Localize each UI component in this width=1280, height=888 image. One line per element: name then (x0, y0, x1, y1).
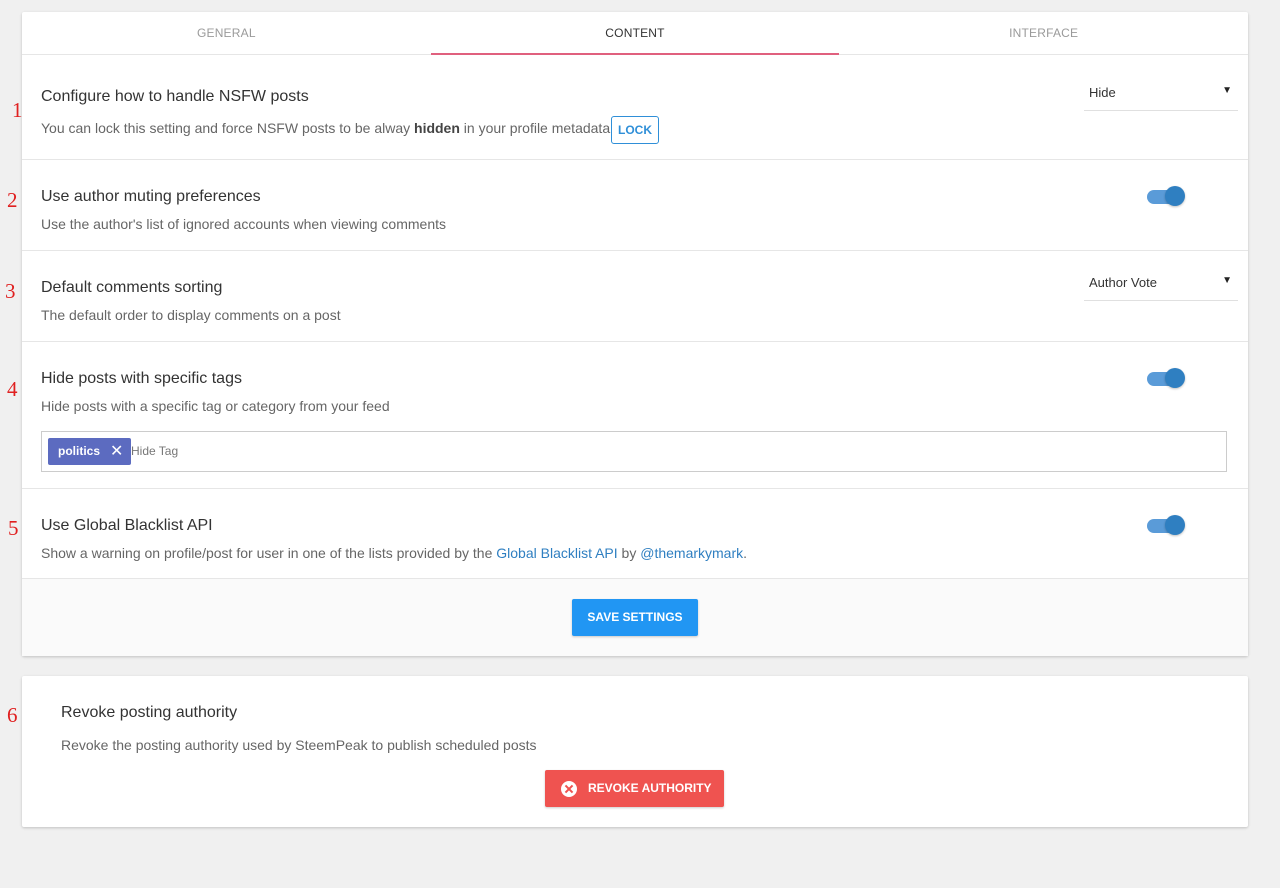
comment-sorting-select[interactable]: Author Vote ▼ (1084, 263, 1238, 301)
revoke-title: Revoke posting authority (61, 704, 238, 721)
annotation-3: 3 (5, 279, 16, 303)
nsfw-select-value: Hide (1089, 85, 1116, 100)
revoke-authority-button[interactable]: REVOKE AUTHORITY (545, 770, 724, 807)
settings-card: GENERAL CONTENT INTERFACE Configure how … (22, 12, 1248, 656)
annotation-5: 5 (8, 516, 19, 540)
toggle-knob (1165, 515, 1185, 535)
tab-content[interactable]: CONTENT (430, 12, 840, 55)
themarkymark-link[interactable]: @themarkymark (640, 545, 743, 561)
hide-tag-input[interactable]: politics ✕ Hide Tag (41, 431, 1227, 472)
annotation-2: 2 (7, 188, 18, 212)
tag-chip: politics ✕ (48, 438, 132, 465)
hide-tag-placeholder[interactable]: Hide Tag (131, 444, 178, 458)
settings-tabs: GENERAL CONTENT INTERFACE (22, 12, 1248, 55)
author-muting-toggle[interactable] (1147, 186, 1187, 206)
revoke-card: Revoke posting authority Revoke the post… (22, 676, 1248, 827)
hide-tags-toggle[interactable] (1147, 368, 1187, 388)
annotation-1: 1 (12, 98, 23, 122)
hide-tags-description: Hide posts with a specific tag or catego… (41, 398, 390, 414)
caret-down-icon: ▼ (1222, 85, 1232, 96)
blacklist-description: Show a warning on profile/post for user … (41, 545, 748, 561)
hide-tags-title: Hide posts with specific tags (41, 370, 242, 387)
comment-sorting-description: The default order to display comments on… (41, 307, 341, 323)
comment-sorting-title: Default comments sorting (41, 279, 223, 296)
tab-interface[interactable]: INTERFACE (839, 12, 1248, 54)
revoke-description: Revoke the posting authority used by Ste… (61, 737, 537, 753)
tab-general[interactable]: GENERAL (22, 12, 431, 54)
toggle-knob (1165, 368, 1185, 388)
revoke-button-label: REVOKE AUTHORITY (588, 781, 712, 795)
hide-tags-row: Hide posts with specific tags Hide posts… (22, 342, 1248, 489)
nsfw-setting-row: Configure how to handle NSFW posts You c… (22, 55, 1248, 160)
toggle-knob (1165, 186, 1185, 206)
annotation-4: 4 (7, 377, 18, 401)
blacklist-title: Use Global Blacklist API (41, 517, 213, 534)
remove-tag-icon[interactable]: ✕ (110, 438, 123, 465)
blacklist-toggle[interactable] (1147, 515, 1187, 535)
comment-sorting-select-value: Author Vote (1089, 275, 1157, 290)
comment-sorting-row: Default comments sorting The default ord… (22, 251, 1248, 342)
close-circle-icon (561, 781, 577, 797)
caret-down-icon: ▼ (1222, 275, 1232, 286)
lock-button[interactable]: LOCK (611, 116, 659, 144)
settings-footer: SAVE SETTINGS (22, 579, 1248, 656)
author-muting-description: Use the author's list of ignored account… (41, 216, 446, 232)
tag-chip-label: politics (58, 444, 101, 458)
global-blacklist-link[interactable]: Global Blacklist API (496, 545, 617, 561)
save-settings-button[interactable]: SAVE SETTINGS (572, 599, 698, 636)
author-muting-row: Use author muting preferences Use the au… (22, 160, 1248, 251)
nsfw-select[interactable]: Hide ▼ (1084, 73, 1238, 111)
author-muting-title: Use author muting preferences (41, 188, 261, 205)
blacklist-row: Use Global Blacklist API Show a warning … (22, 489, 1248, 579)
annotation-6: 6 (7, 703, 18, 727)
nsfw-description: You can lock this setting and force NSFW… (41, 120, 614, 136)
nsfw-title: Configure how to handle NSFW posts (41, 88, 309, 105)
